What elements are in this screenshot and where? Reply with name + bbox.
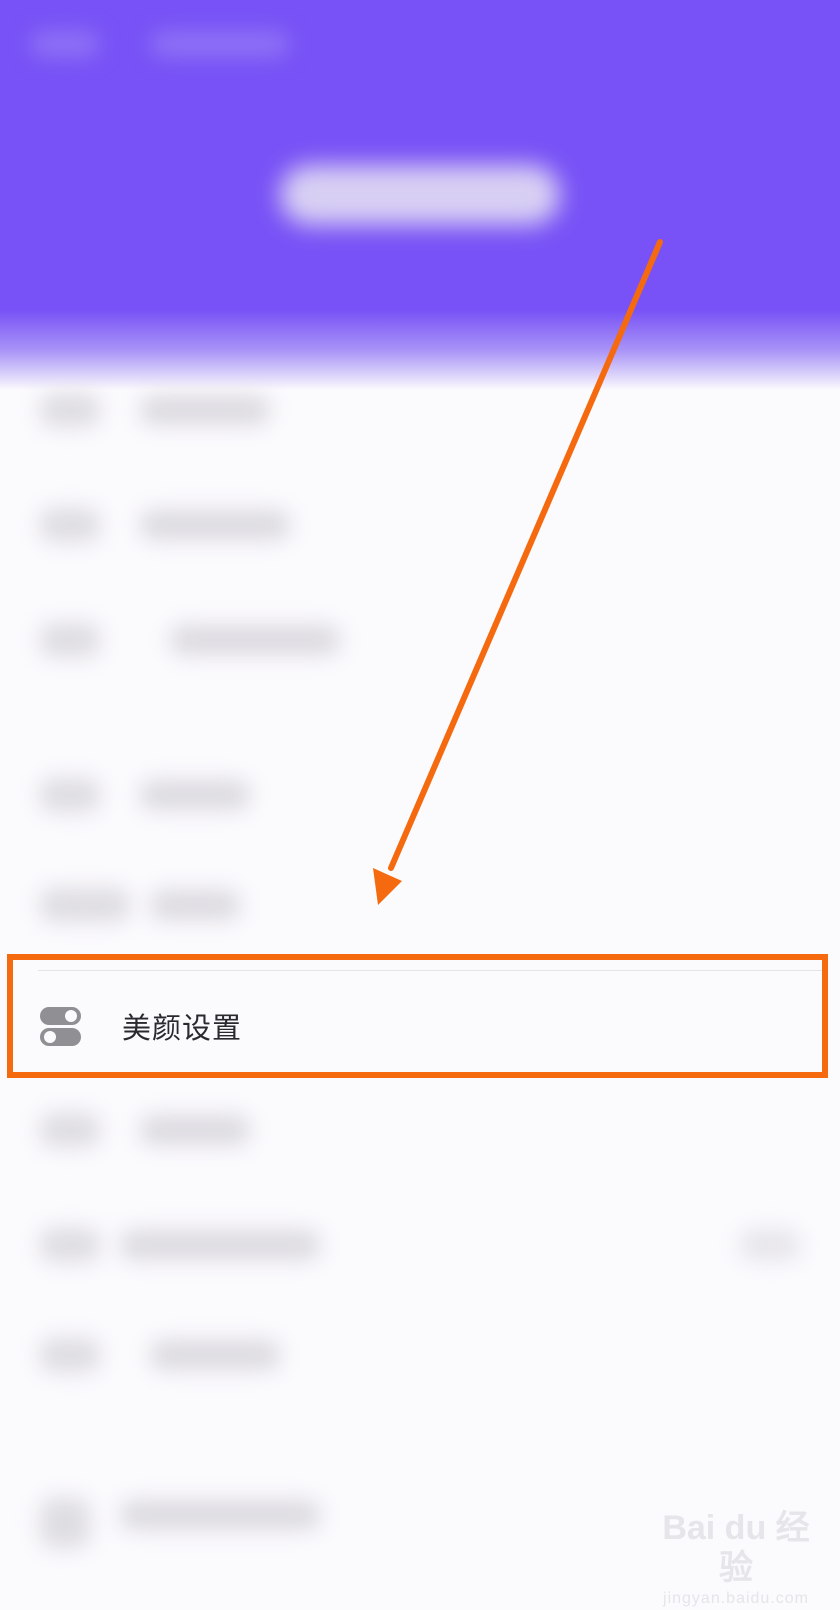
annotation-arrow	[373, 239, 663, 905]
watermark-logo-text: Bai du 经验	[662, 1509, 810, 1587]
watermark: Bai du 经验 jingyan.baidu.com	[646, 1508, 826, 1607]
watermark-url: jingyan.baidu.com	[663, 1590, 809, 1607]
